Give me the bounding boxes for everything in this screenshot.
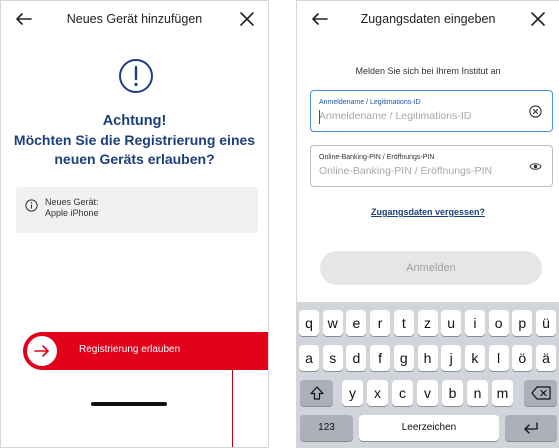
registration-screen: Neues Gerät hinzufügen Achtung! Möchten … bbox=[0, 0, 269, 448]
username-field[interactable]: Anmeldename / Legitimations-ID bbox=[310, 90, 553, 132]
navbar: Neues Gerät hinzufügen bbox=[1, 1, 268, 39]
warning-title: Achtung! bbox=[102, 113, 167, 129]
info-icon bbox=[25, 199, 38, 212]
allow-registration-button[interactable]: Registrierung erlauben bbox=[23, 332, 268, 370]
page-title: Neues Gerät hinzufügen bbox=[66, 12, 203, 26]
exclamation-circle-icon bbox=[119, 59, 153, 93]
key-e[interactable]: e bbox=[346, 310, 367, 336]
backspace-icon bbox=[530, 386, 551, 400]
pin-input[interactable] bbox=[319, 165, 509, 177]
arrow-right-icon bbox=[34, 345, 49, 357]
key-x[interactable]: x bbox=[367, 380, 388, 406]
key-ä[interactable]: ä bbox=[536, 345, 556, 371]
forgot-credentials-link[interactable]: Zugangsdaten vergessen? bbox=[297, 207, 559, 217]
key-o[interactable]: o bbox=[488, 310, 509, 336]
key-w[interactable]: w bbox=[322, 310, 343, 336]
intro-text: Melden Sie sich bei Ihrem Institut an bbox=[355, 66, 501, 76]
login-button[interactable]: Anmelden bbox=[320, 251, 542, 285]
key-c[interactable]: c bbox=[392, 380, 413, 406]
key-y[interactable]: y bbox=[342, 380, 363, 406]
key-n[interactable]: n bbox=[467, 380, 488, 406]
back-arrow-icon[interactable] bbox=[309, 8, 331, 30]
key-u[interactable]: u bbox=[441, 310, 462, 336]
pin-label: Online-Banking-PIN / Eröffnungs-PIN bbox=[319, 154, 435, 161]
key-v[interactable]: v bbox=[417, 380, 438, 406]
key-p[interactable]: p bbox=[512, 310, 533, 336]
key-g[interactable]: g bbox=[393, 345, 414, 371]
clear-icon[interactable] bbox=[529, 105, 542, 118]
backspace-key[interactable] bbox=[524, 380, 557, 406]
key-r[interactable]: r bbox=[370, 310, 391, 336]
key-ö[interactable]: ö bbox=[512, 345, 533, 371]
key-b[interactable]: b bbox=[442, 380, 463, 406]
text-caret bbox=[319, 110, 320, 124]
key-t[interactable]: t bbox=[393, 310, 414, 336]
key-h[interactable]: h bbox=[417, 345, 438, 371]
credentials-screen: Zugangsdaten eingeben Melden Sie sich be… bbox=[296, 0, 559, 448]
show-password-icon[interactable] bbox=[529, 160, 542, 173]
keyboard: qwertzuiopü asdfghjklöä yxcvbnm 123 Leer… bbox=[297, 302, 559, 447]
key-d[interactable]: d bbox=[346, 345, 367, 371]
numbers-key[interactable]: 123 bbox=[300, 415, 353, 441]
key-z[interactable]: z bbox=[417, 310, 438, 336]
return-icon bbox=[524, 422, 538, 434]
key-s[interactable]: s bbox=[322, 345, 343, 371]
allow-button-label: Registrierung erlauben bbox=[79, 344, 181, 355]
key-i[interactable]: i bbox=[464, 310, 485, 336]
username-label: Anmeldename / Legitimations-ID bbox=[319, 99, 421, 106]
back-arrow-icon[interactable] bbox=[13, 8, 35, 30]
arrow-circle bbox=[27, 336, 57, 366]
page-title: Zugangsdaten eingeben bbox=[360, 12, 496, 26]
return-key[interactable] bbox=[505, 415, 557, 441]
key-m[interactable]: m bbox=[492, 380, 513, 406]
home-indicator bbox=[91, 402, 167, 406]
key-a[interactable]: a bbox=[299, 345, 319, 371]
navbar: Zugangsdaten eingeben bbox=[297, 1, 559, 39]
device-label: Neues Gerät: bbox=[45, 197, 99, 207]
warning-text: Möchten Sie die Registrierung eines neue… bbox=[13, 132, 256, 167]
shift-icon bbox=[309, 386, 324, 400]
pointer-line bbox=[232, 370, 233, 447]
device-value: Apple iPhone bbox=[45, 208, 99, 218]
shift-key[interactable] bbox=[300, 380, 333, 406]
username-input[interactable] bbox=[319, 110, 509, 122]
key-j[interactable]: j bbox=[441, 345, 462, 371]
key-k[interactable]: k bbox=[464, 345, 485, 371]
close-icon[interactable] bbox=[236, 8, 258, 30]
close-icon[interactable] bbox=[527, 8, 549, 30]
space-key[interactable]: Leerzeichen bbox=[359, 415, 499, 441]
key-f[interactable]: f bbox=[370, 345, 391, 371]
key-q[interactable]: q bbox=[299, 310, 319, 336]
pin-field[interactable]: Online-Banking-PIN / Eröffnungs-PIN bbox=[310, 145, 553, 187]
key-ü[interactable]: ü bbox=[536, 310, 556, 336]
key-l[interactable]: l bbox=[488, 345, 509, 371]
device-info-box: Neues Gerät: Apple iPhone bbox=[16, 187, 258, 233]
